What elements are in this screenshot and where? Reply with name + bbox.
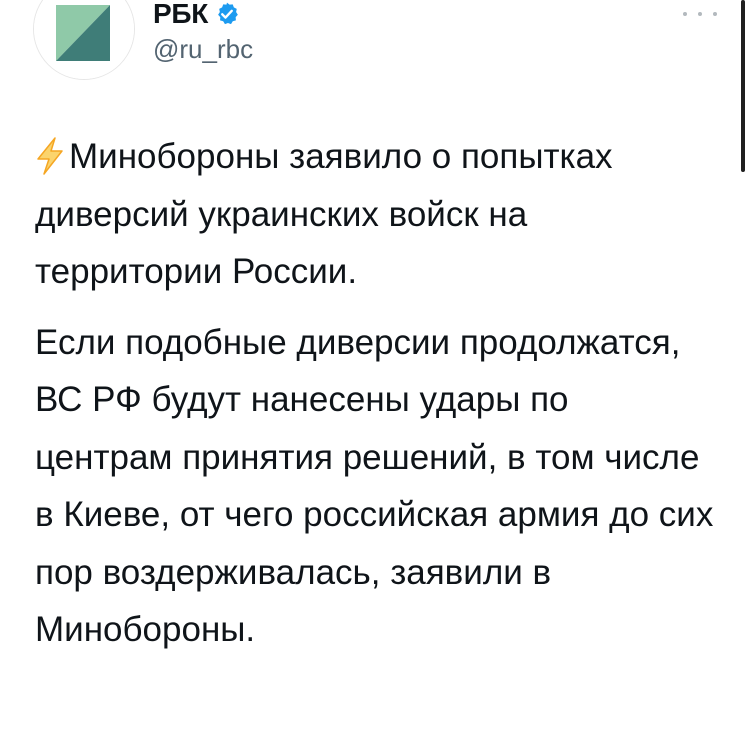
rbc-logo-icon	[34, 0, 134, 79]
tweet-text: Минобороны заявило о попытках диверсий у…	[35, 128, 715, 659]
tweet-paragraph-1-text: Минобороны заявило о попытках диверсий у…	[35, 137, 613, 291]
tweet-paragraph-1: Минобороны заявило о попытках диверсий у…	[35, 128, 715, 301]
avatar[interactable]	[33, 0, 135, 80]
display-name[interactable]: РБК	[153, 0, 208, 30]
more-horizontal-icon	[683, 12, 687, 16]
lightning-icon	[35, 135, 65, 175]
tweet-paragraph-2: Если подобные диверсии продолжатся, ВС Р…	[35, 322, 714, 650]
more-horizontal-icon-dot	[713, 12, 717, 16]
author-name-row[interactable]: РБК	[153, 0, 240, 30]
verified-badge-icon	[214, 1, 240, 27]
more-options-button[interactable]	[683, 4, 717, 24]
tweet-card: РБК @ru_rbc Минобороны заявило о попытка…	[0, 0, 750, 735]
more-horizontal-icon-dot	[698, 12, 702, 16]
author-handle[interactable]: @ru_rbc	[153, 34, 253, 65]
scrollbar[interactable]	[741, 0, 745, 172]
